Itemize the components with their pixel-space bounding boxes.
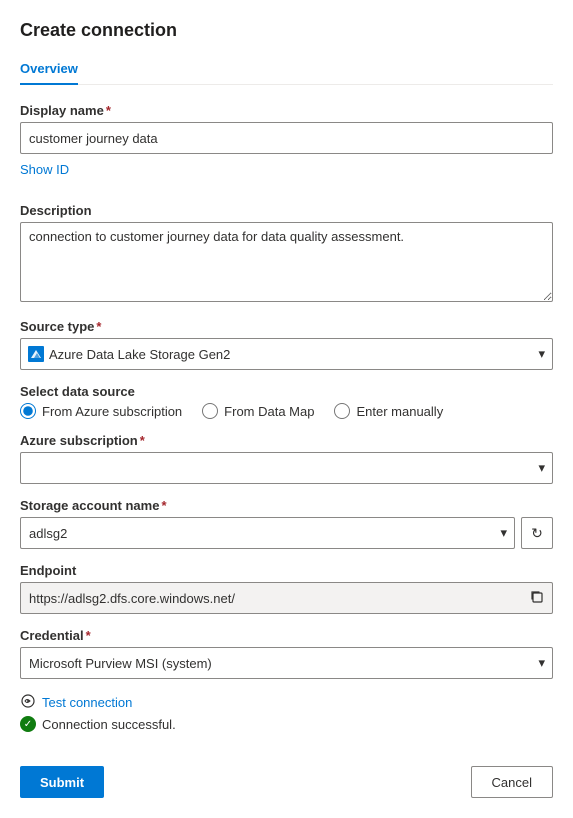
endpoint-input [20,582,553,614]
credential-required-star: * [86,628,91,643]
data-source-group: Select data source From Azure subscripti… [20,384,553,419]
copy-button[interactable] [521,582,553,614]
submit-button[interactable]: Submit [20,766,104,798]
radio-azure-subscription[interactable]: From Azure subscription [20,403,182,419]
test-connection-link[interactable]: Test connection [42,695,132,710]
success-icon: ✓ [20,716,36,732]
success-row: ✓ Connection successful. [20,716,553,732]
radio-from-data-map-label: From Data Map [224,404,314,419]
radio-group: From Azure subscription From Data Map En… [20,403,553,419]
source-type-select[interactable]: Azure Data Lake Storage Gen2 [20,338,553,370]
plug-icon [20,693,36,712]
storage-account-select-wrapper: adlsg2 ▾ [20,517,515,549]
copy-icon [530,590,544,607]
radio-enter-manually-label: Enter manually [356,404,443,419]
description-group: Description connection to customer journ… [20,203,553,305]
cancel-button[interactable]: Cancel [471,766,553,798]
description-label: Description [20,203,553,218]
credential-label: Credential* [20,628,553,643]
storage-account-select[interactable]: adlsg2 [20,517,515,549]
radio-from-data-map[interactable]: From Data Map [202,403,314,419]
source-type-label: Source type* [20,319,553,334]
storage-required-star: * [161,498,166,513]
footer-buttons: Submit Cancel [20,756,553,798]
radio-azure-subscription-label: From Azure subscription [42,404,182,419]
tab-bar: Overview [20,55,553,85]
azure-data-lake-icon [28,346,44,362]
azure-sub-required-star: * [140,433,145,448]
radio-enter-manually[interactable]: Enter manually [334,403,443,419]
refresh-button[interactable]: ↻ [521,517,553,549]
azure-subscription-select[interactable] [20,452,553,484]
source-type-required-star: * [96,319,101,334]
azure-subscription-label: Azure subscription* [20,433,553,448]
source-type-select-wrapper: Azure Data Lake Storage Gen2 ▾ [20,338,553,370]
page-title: Create connection [20,20,553,41]
show-id-link[interactable]: Show ID [20,162,69,177]
azure-subscription-group: Azure subscription* ▾ [20,433,553,484]
show-id-group: Show ID [20,162,553,191]
test-connection-section: Test connection ✓ Connection successful. [20,693,553,732]
endpoint-label: Endpoint [20,563,553,578]
storage-account-input-group: adlsg2 ▾ ↻ [20,517,553,549]
display-name-group: Display name* [20,103,553,154]
endpoint-wrapper [20,582,553,614]
azure-subscription-select-wrapper: ▾ [20,452,553,484]
endpoint-group: Endpoint [20,563,553,614]
credential-group: Credential* Microsoft Purview MSI (syste… [20,628,553,679]
credential-select-wrapper: Microsoft Purview MSI (system) ▾ [20,647,553,679]
success-text: Connection successful. [42,717,176,732]
refresh-icon: ↻ [531,525,543,542]
data-source-label: Select data source [20,384,553,399]
tab-overview[interactable]: Overview [20,55,78,84]
credential-select[interactable]: Microsoft Purview MSI (system) [20,647,553,679]
display-name-label: Display name* [20,103,553,118]
source-type-group: Source type* Azure Data Lake Storage Gen… [20,319,553,370]
storage-account-group: Storage account name* adlsg2 ▾ ↻ [20,498,553,549]
required-star: * [106,103,111,118]
description-input[interactable]: connection to customer journey data for … [20,222,553,302]
test-connection-row: Test connection [20,693,553,712]
display-name-input[interactable] [20,122,553,154]
storage-account-label: Storage account name* [20,498,553,513]
